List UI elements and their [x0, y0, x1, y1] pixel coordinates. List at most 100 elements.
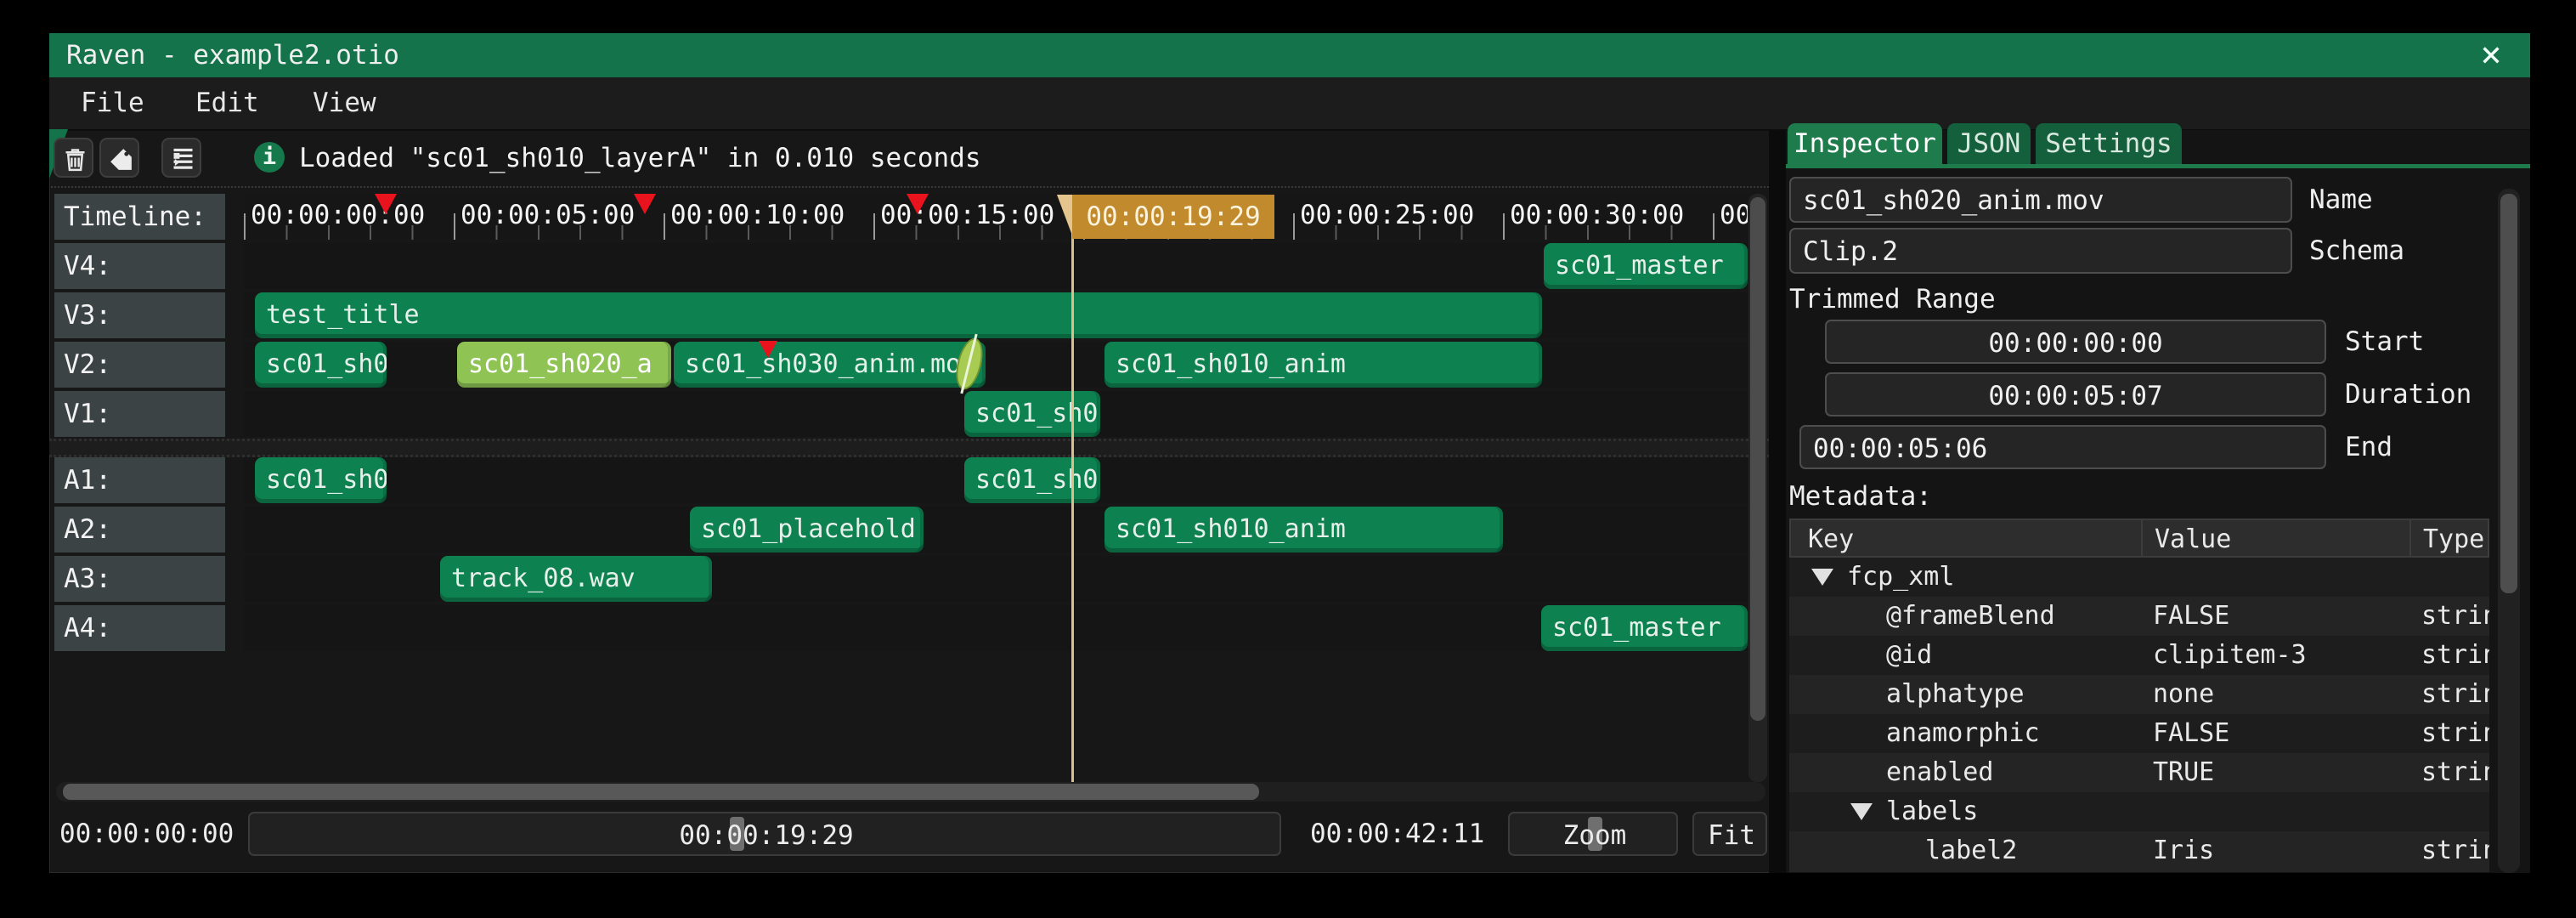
metadata-row[interactable]: fcp_xml — [1789, 558, 2489, 597]
panel-divider[interactable] — [1769, 130, 1786, 873]
timeline-clip[interactable]: sc01_sh0 — [964, 391, 1100, 437]
name-field[interactable]: sc01_sh020_anim.mov — [1789, 177, 2292, 223]
metadata-table-header[interactable]: Key Value Type — [1789, 518, 2489, 558]
metadata-type: string — [2421, 636, 2489, 675]
expand-triangle-icon[interactable] — [1850, 803, 1873, 820]
duration-field[interactable]: 00:00:05:07 — [1825, 372, 2326, 416]
timeline-vertical-scrollbar[interactable] — [1748, 194, 1767, 782]
timeline-clip[interactable]: track_08.wav — [440, 556, 712, 602]
metadata-row[interactable]: @id clipitem-3 string — [1789, 636, 2489, 675]
metadata-key: anamorphic — [1886, 714, 2040, 753]
column-key[interactable]: Key — [1808, 520, 1854, 559]
ruler-tick — [454, 213, 455, 240]
track-label-a1[interactable]: A1: — [54, 457, 225, 503]
column-divider[interactable] — [2409, 520, 2411, 559]
metadata-key: alphatype — [1886, 675, 2025, 714]
timeline-clip[interactable]: sc01_sh0 — [255, 457, 387, 503]
start-value: 00:00:00:00 — [1827, 321, 2325, 362]
ruler-tick — [1503, 213, 1505, 240]
schema-field[interactable]: Clip.2 — [1789, 228, 2292, 274]
markers-button[interactable] — [99, 138, 139, 178]
ruler-tick — [664, 213, 665, 240]
column-type[interactable]: Type — [2423, 520, 2484, 559]
info-icon: i — [254, 142, 285, 173]
timeline-clip[interactable]: sc01_sh010_anim — [1104, 507, 1503, 552]
metadata-value: FALSE — [2153, 597, 2229, 636]
timeline-clip[interactable]: sc01_placehold — [690, 507, 924, 552]
menu-file[interactable]: File — [81, 77, 144, 129]
ruler-timecode: 00: — [1720, 200, 1748, 230]
metadata-value: FALSE — [2153, 714, 2229, 753]
close-icon[interactable]: × — [2472, 33, 2510, 77]
metadata-title: Metadata: — [1789, 474, 1932, 518]
track-lane-a4[interactable] — [244, 605, 1748, 651]
metadata-key: fcp_xml — [1847, 558, 1954, 597]
marker-icon[interactable] — [634, 194, 656, 214]
timeline-clip[interactable]: test_title — [255, 292, 1542, 338]
timeline-clip[interactable]: sc01_master — [1544, 243, 1748, 289]
scrollbar-thumb[interactable] — [1750, 197, 1765, 721]
playhead-line[interactable] — [1071, 219, 1074, 782]
scrollbar-thumb[interactable] — [2500, 194, 2517, 593]
track-lane-a2[interactable] — [244, 507, 1748, 552]
timeline-clip[interactable]: sc01_sh0 — [964, 457, 1100, 503]
track-label-v2[interactable]: V2: — [54, 342, 225, 388]
inspector-scrollbar[interactable] — [2498, 189, 2520, 873]
metadata-value: Iris — [2153, 831, 2214, 870]
metadata-row[interactable]: labels — [1789, 792, 2489, 831]
clip-marker-icon[interactable] — [759, 341, 777, 358]
metadata-key: @frameBlend — [1886, 597, 2055, 636]
ruler-timecode: 00:00:05:00 — [460, 200, 635, 230]
timeline-clip[interactable]: sc01_sh030_anim.mov — [674, 342, 986, 388]
timeline-clip-selected[interactable]: sc01_sh020_a — [457, 342, 671, 388]
metadata-value: none — [2153, 675, 2214, 714]
metadata-row[interactable]: enabled TRUE string — [1789, 753, 2489, 792]
window-title: Raven - example2.otio — [66, 33, 399, 77]
fit-label: Fit — [1694, 813, 1769, 858]
metadata-row[interactable]: alphatype none string — [1789, 675, 2489, 714]
marker-icon[interactable] — [907, 194, 929, 214]
track-label-a4[interactable]: A4: — [54, 605, 225, 651]
timeline-clip[interactable]: sc01_sh0 — [255, 342, 387, 388]
metadata-key: enabled — [1886, 753, 1993, 792]
flatten-tracks-button[interactable] — [161, 138, 201, 178]
tab-json[interactable]: JSON — [1947, 123, 2031, 164]
zoom-slider[interactable]: Zoom — [1508, 812, 1678, 856]
timeline-horizontal-scrollbar[interactable] — [56, 782, 1765, 802]
marker-icon[interactable] — [375, 194, 397, 214]
metadata-value: TRUE — [2153, 753, 2214, 792]
timeline-clip[interactable]: sc01_master — [1541, 605, 1748, 651]
column-value[interactable]: Value — [2155, 520, 2231, 559]
metadata-row[interactable]: @frameBlend FALSE string — [1789, 597, 2489, 636]
title-bar[interactable]: Raven - example2.otio × — [49, 33, 2530, 77]
menu-view[interactable]: View — [313, 77, 376, 129]
ruler-timecode: 00:00:10:00 — [670, 200, 845, 230]
fit-button[interactable]: Fit — [1692, 812, 1767, 856]
playhead-timecode[interactable]: 00:00:19:29 — [1072, 195, 1274, 239]
track-label-v4[interactable]: V4: — [54, 243, 225, 289]
track-label-a3[interactable]: A3: — [54, 556, 225, 602]
end-field[interactable]: 00:00:05:06 — [1799, 425, 2326, 469]
track-label-v3[interactable]: V3: — [54, 292, 225, 338]
metadata-row[interactable]: label2 Iris string — [1789, 831, 2489, 872]
timeline-ruler[interactable]: 00:00:00:00 00:00:05:00 00:00:10:00 00:0… — [244, 194, 1748, 240]
tab-settings[interactable]: Settings — [2036, 123, 2182, 164]
tab-inspector[interactable]: Inspector — [1788, 123, 1942, 164]
expand-triangle-icon[interactable] — [1811, 569, 1833, 586]
metadata-row[interactable]: anamorphic FALSE string — [1789, 714, 2489, 753]
metadata-type: string — [2421, 753, 2489, 792]
track-label-a2[interactable]: A2: — [54, 507, 225, 552]
start-field[interactable]: 00:00:00:00 — [1825, 320, 2326, 364]
transport-current-time: 00:00:19:29 — [250, 813, 1283, 858]
track-label-v1[interactable]: V1: — [54, 391, 225, 437]
delete-button[interactable] — [54, 138, 93, 178]
menu-edit[interactable]: Edit — [195, 77, 259, 129]
schema-label: Schema — [2309, 229, 2404, 273]
timeline-clip[interactable]: sc01_sh010_anim — [1104, 342, 1542, 388]
playhead-slider[interactable]: 00:00:19:29 — [248, 812, 1281, 856]
track-lane-v4[interactable] — [244, 243, 1748, 289]
end-value: 00:00:05:06 — [1813, 427, 1987, 468]
name-value: sc01_sh020_anim.mov — [1803, 178, 2104, 221]
column-divider[interactable] — [2141, 520, 2143, 559]
scrollbar-thumb[interactable] — [63, 784, 1259, 800]
